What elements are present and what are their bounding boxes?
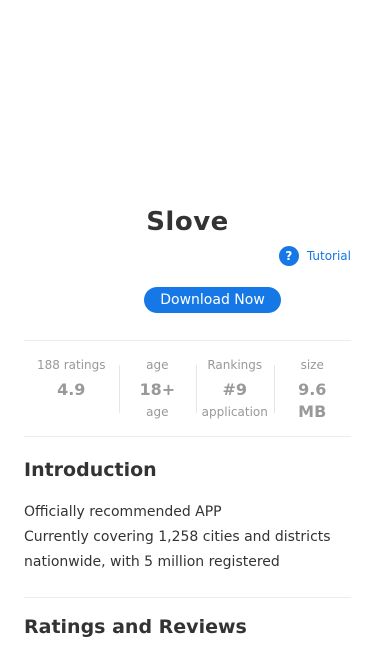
- divider: [24, 597, 351, 598]
- app-detail-page: Slove ? Tutorial Download Now 188 rating…: [0, 0, 375, 667]
- app-title: Slove: [146, 207, 229, 237]
- stat-label: Rankings: [207, 358, 263, 372]
- introduction-line: Officially recommended APP: [24, 504, 222, 520]
- tutorial-label: Tutorial: [306, 249, 351, 263]
- tutorial-row: ? Tutorial: [0, 246, 375, 266]
- stat-label: age: [146, 358, 169, 372]
- ratings-reviews-title: Ratings and Reviews: [24, 616, 247, 638]
- stat-age: age 18+ age: [118, 357, 196, 422]
- stat-label: 188 ratings: [37, 358, 106, 372]
- app-icon-area: [0, 0, 375, 200]
- stat-sub: age: [146, 405, 169, 419]
- download-now-button[interactable]: Download Now: [144, 287, 281, 313]
- stat-value: 18+: [139, 380, 176, 399]
- stat-value: 4.9: [57, 380, 86, 399]
- download-row: Download Now: [0, 287, 375, 313]
- stat-ratings: 188 ratings 4.9: [24, 357, 119, 422]
- stat-label: size: [300, 358, 324, 372]
- divider: [24, 436, 351, 437]
- stat-size: size 9.6 MB: [273, 357, 351, 422]
- app-stats: 188 ratings 4.9 age 18+ age Rankings #9 …: [24, 341, 351, 436]
- tutorial-link[interactable]: ? Tutorial: [278, 246, 351, 266]
- introduction-line: Currently covering 1,258 cities and dist…: [24, 529, 331, 570]
- stat-sub: application: [201, 405, 268, 419]
- introduction-title: Introduction: [24, 459, 157, 481]
- stat-value: 9.6 MB: [298, 380, 327, 421]
- help-icon: ?: [278, 246, 299, 266]
- introduction-body: Officially recommended APP Currently cov…: [24, 500, 351, 575]
- stat-value: #9: [222, 380, 248, 399]
- stat-rankings: Rankings #9 application: [196, 357, 273, 422]
